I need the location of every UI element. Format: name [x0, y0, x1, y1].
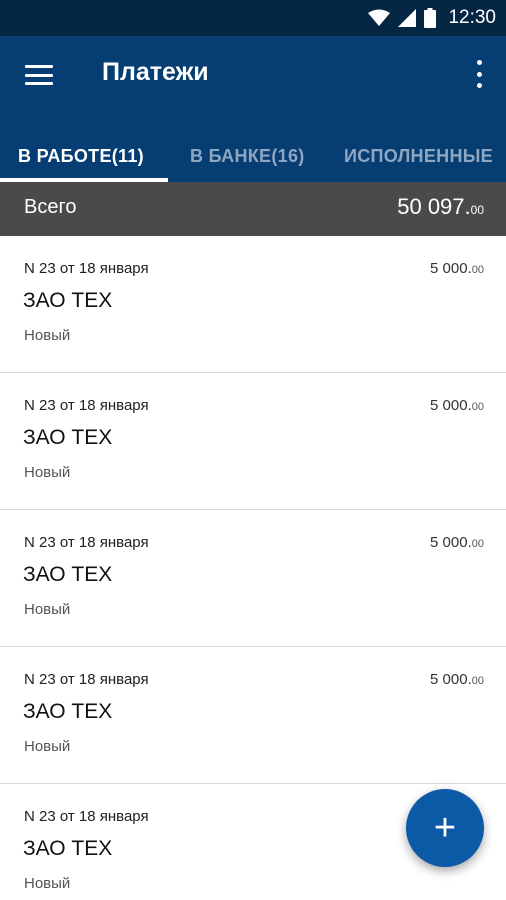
- total-label: Всего: [24, 196, 77, 218]
- total-amount: 50 097.00: [397, 194, 484, 220]
- total-summary: Всего 50 097.00: [0, 182, 506, 236]
- payment-amount-cents: 00: [471, 401, 484, 413]
- payment-status: Новый: [24, 601, 71, 618]
- status-bar: 12:30: [0, 0, 506, 36]
- payment-amount-main: 5 000.: [430, 671, 472, 688]
- payment-status: Новый: [24, 327, 71, 344]
- payment-company: ЗАО ТЕХ: [23, 563, 113, 586]
- payment-amount-cents: 00: [471, 675, 484, 687]
- payment-status: Новый: [24, 738, 71, 755]
- total-amount-main: 50 097.: [397, 194, 471, 219]
- status-time: 12:30: [448, 7, 496, 28]
- payment-amount: 5 000.00: [430, 671, 484, 688]
- tab-completed[interactable]: ИСПОЛНЕННЫЕ: [344, 130, 493, 182]
- payment-row[interactable]: N 23 от 18 января 5 000.00 ЗАО ТЕХ Новый: [0, 373, 506, 510]
- payment-header: N 23 от 18 января: [24, 808, 149, 825]
- payment-header: N 23 от 18 января: [24, 671, 149, 688]
- payment-row[interactable]: N 23 от 18 января 5 000.00 ЗАО ТЕХ Новый: [0, 236, 506, 373]
- plus-icon: +: [433, 807, 457, 849]
- battery-icon: [424, 8, 437, 28]
- payment-company: ЗАО ТЕХ: [23, 700, 113, 723]
- payment-amount: 5 000.00: [430, 397, 484, 414]
- signal-icon: [398, 9, 417, 27]
- payment-header: N 23 от 18 января: [24, 397, 149, 414]
- payment-header: N 23 от 18 января: [24, 260, 149, 277]
- payment-amount-main: 5 000.: [430, 397, 472, 414]
- payment-company: ЗАО ТЕХ: [23, 837, 113, 860]
- payment-header: N 23 от 18 января: [24, 534, 149, 551]
- status-icons: 12:30: [368, 0, 496, 36]
- payment-row[interactable]: N 23 от 18 января 5 000.00 ЗАО ТЕХ Новый: [0, 647, 506, 784]
- payment-status: Новый: [24, 464, 71, 481]
- payment-amount: 5 000.00: [430, 260, 484, 277]
- payment-company: ЗАО ТЕХ: [23, 426, 113, 449]
- payment-amount-cents: 00: [471, 264, 484, 276]
- page-title: Платежи: [102, 58, 209, 86]
- tab-in-work[interactable]: В РАБОТЕ(11): [18, 130, 144, 182]
- payment-amount-main: 5 000.: [430, 534, 472, 551]
- payment-status: Новый: [24, 875, 71, 892]
- add-payment-button[interactable]: +: [406, 789, 484, 867]
- tab-in-bank[interactable]: В БАНКЕ(16): [190, 130, 305, 182]
- wifi-icon: [368, 9, 391, 26]
- total-amount-cents: 00: [470, 203, 484, 217]
- payment-amount: 5 000.00: [430, 534, 484, 551]
- payment-amount-cents: 00: [471, 538, 484, 550]
- payment-row[interactable]: N 23 от 18 января 5 000.00 ЗАО ТЕХ Новый: [0, 510, 506, 647]
- more-vert-icon[interactable]: [474, 60, 484, 88]
- payment-company: ЗАО ТЕХ: [23, 289, 113, 312]
- app-bar: Платежи В РАБОТЕ(11) В БАНКЕ(16) ИСПОЛНЕ…: [0, 36, 506, 182]
- menu-icon[interactable]: [24, 62, 54, 88]
- payment-amount-main: 5 000.: [430, 260, 472, 277]
- tab-bar: В РАБОТЕ(11) В БАНКЕ(16) ИСПОЛНЕННЫЕ: [0, 130, 506, 182]
